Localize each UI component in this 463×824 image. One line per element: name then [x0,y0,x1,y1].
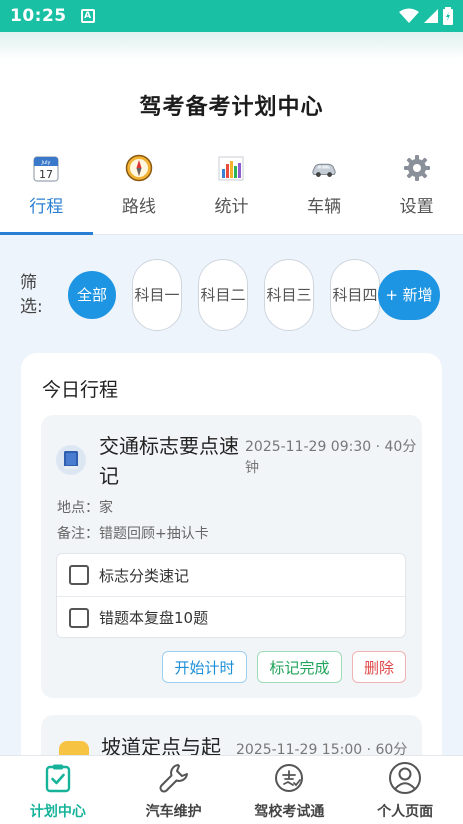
tab-label: 行程 [29,197,64,217]
app-header: 驾考备考计划中心 [0,60,463,150]
task-location: 地点：家 [57,500,113,516]
filter-bar: 筛选: 全部 科目一 科目二 科目三 科目四 + 新增 [0,255,463,335]
compass-icon [125,154,153,182]
header-gradient [0,32,463,60]
tab-schedule[interactable]: July 17 行程 [0,150,93,235]
nav-profile[interactable]: 个人页面 [347,756,463,824]
tab-settings[interactable]: 设置 [370,150,463,234]
task-time: 2025-11-29 09:30 · 40分钟 [245,439,417,476]
filter-chip-all[interactable]: 全部 [68,271,116,319]
calendar-icon-day: 17 [39,168,53,181]
nav-label: 驾校考试通 [254,804,325,820]
today-schedule-card: 今日行程 交通标志要点速记 2025-11-29 09:30 · 40分钟 地点… [21,353,442,795]
tab-label: 路线 [121,197,156,217]
filter-chip-subject-3[interactable]: 科目三 [264,259,314,331]
bar-chart-icon [217,154,245,182]
task-checklist: 标志分类速记 错题本复盘10题 [56,553,406,638]
status-bar: 10:25 A [0,0,463,32]
tab-bar: July 17 行程 路线 统计 车辆 设置 [0,150,463,235]
calendar-icon: July 17 [32,154,60,182]
nav-label: 个人页面 [377,804,434,820]
filter-chip-subject-4[interactable]: 科目四 [330,259,380,331]
exam-icon [272,761,306,795]
nav-label: 汽车维护 [145,804,202,820]
checklist-item[interactable]: 错题本复盘10题 [57,596,405,638]
task-actions: 开始计时 标记完成 删除 [41,651,422,683]
tab-stats[interactable]: 统计 [185,150,278,234]
task-note: 备注：错题回顾+抽认卡 [57,526,209,542]
signal-icon [424,9,438,23]
nav-plan-center[interactable]: 计划中心 [0,756,116,824]
add-button[interactable]: + 新增 [378,270,440,320]
task-card[interactable]: 交通标志要点速记 2025-11-29 09:30 · 40分钟 地点：家 备注… [41,415,422,698]
mark-complete-button[interactable]: 标记完成 [257,651,342,683]
tab-route[interactable]: 路线 [93,150,186,234]
nav-label: 计划中心 [29,804,86,820]
filter-chip-subject-2[interactable]: 科目二 [198,259,248,331]
tab-label: 设置 [399,197,434,217]
nav-car-maintenance[interactable]: 汽车维护 [116,756,232,824]
filter-chip-subject-1[interactable]: 科目一 [132,259,182,331]
tab-vehicle[interactable]: 车辆 [278,150,371,234]
calendar-icon-month: July [41,160,51,166]
checklist-item[interactable]: 标志分类速记 [57,554,405,596]
tab-label: 统计 [214,197,249,217]
wifi-icon [399,8,419,23]
checklist-item-label: 错题本复盘10题 [99,609,209,627]
checkbox[interactable] [69,565,89,585]
bottom-nav: 计划中心 汽车维护 驾校考试通 个人页面 [0,755,463,824]
nav-driving-school-exam[interactable]: 驾校考试通 [232,756,348,824]
page-title: 驾考备考计划中心 [139,95,324,120]
user-icon [388,761,422,795]
battery-icon [443,7,453,25]
gear-icon [403,154,431,182]
checkbox[interactable] [69,607,89,628]
status-time: 10:25 [10,6,67,26]
start-timer-button[interactable]: 开始计时 [162,651,247,683]
tab-label: 车辆 [307,197,342,217]
status-icons [399,7,453,25]
notification-icon: A [80,9,95,23]
task-name: 交通标志要点速记 [99,434,239,488]
book-icon [56,445,86,475]
checklist-item-label: 标志分类速记 [99,566,190,585]
car-icon [310,154,338,182]
delete-button[interactable]: 删除 [352,651,406,683]
section-title: 今日行程 [42,379,119,401]
filter-label: 筛选: [20,273,43,317]
checklist-icon [41,761,75,795]
wrench-icon [157,761,191,795]
